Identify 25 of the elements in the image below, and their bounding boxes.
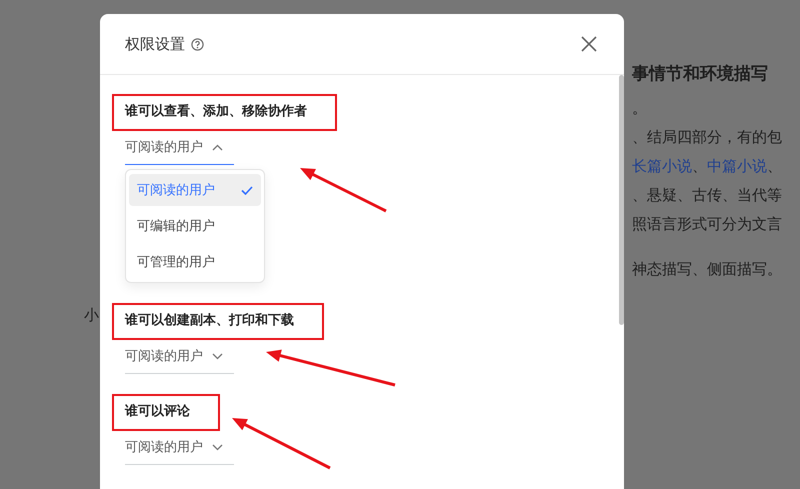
document-text: 、悬疑、古传、当代等: [632, 186, 782, 204]
menu-option[interactable]: 可阅读的用户: [129, 174, 261, 206]
menu-option[interactable]: 可管理的用户: [129, 246, 261, 278]
setting-label: 谁可以查看、添加、移除协作者: [125, 104, 307, 120]
caret-icon: [212, 352, 223, 360]
permission-select[interactable]: 可阅读的用户: [125, 345, 234, 374]
caret-icon: [212, 144, 223, 150]
permission-select[interactable]: 可阅读的用户: [125, 436, 234, 465]
permission-select[interactable]: 可阅读的用户: [125, 136, 234, 165]
menu-option[interactable]: 可编辑的用户: [129, 210, 261, 242]
check-icon: [241, 186, 253, 194]
help-icon[interactable]: [191, 38, 204, 50]
document-text: 神态描写、侧面描写。: [632, 260, 783, 279]
document-text: 照语言形式可分为文言: [632, 215, 782, 233]
document-text: 、: [692, 157, 707, 175]
document-text: 。: [632, 99, 647, 117]
document-heading: 事情节和环境描写: [632, 63, 769, 85]
document-text: 、结局四部分，有的包: [632, 128, 782, 146]
scrollbar[interactable]: [619, 75, 624, 325]
setting-label: 谁可以评论: [125, 404, 190, 420]
document-text: 、: [767, 157, 782, 175]
dialog-title: 权限设置: [125, 34, 185, 54]
document-text: 小: [84, 306, 99, 325]
caret-icon: [212, 444, 223, 450]
setting-label: 谁可以创建副本、打印和下载: [125, 313, 294, 329]
